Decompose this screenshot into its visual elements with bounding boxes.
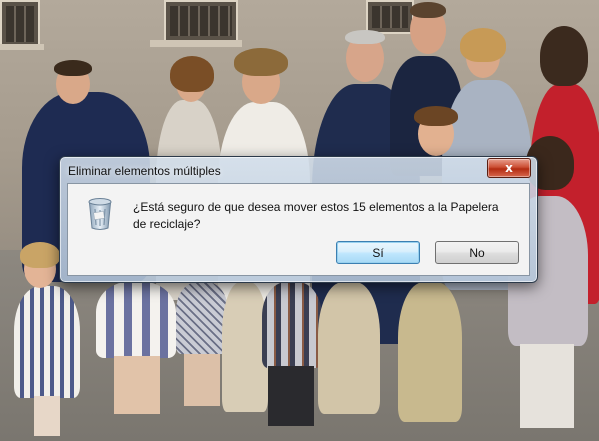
girl-striped-skirt: [96, 282, 176, 358]
legs: [114, 356, 160, 414]
girl-plaid-skirt: [176, 282, 228, 354]
hair: [54, 60, 92, 76]
close-button[interactable]: x: [487, 158, 531, 178]
confirmation-message: ¿Está seguro de que desea mover estos 15…: [133, 200, 499, 231]
hair: [170, 56, 214, 92]
dialog-content: ¿Está seguro de que desea mover estos 15…: [67, 183, 530, 276]
girl-striped-dress: [14, 286, 80, 398]
hair: [234, 48, 288, 76]
hair: [410, 2, 446, 18]
hair: [345, 30, 385, 44]
building-window: [0, 0, 40, 48]
dialog-titlebar[interactable]: Eliminar elementos múltiples x: [60, 157, 537, 183]
yes-button[interactable]: Sí: [336, 241, 420, 264]
delete-confirmation-dialog: Eliminar elementos múltiples x ¿Está seg…: [59, 156, 538, 283]
window-sill: [0, 44, 44, 50]
hair: [20, 242, 60, 268]
dialog-title: Eliminar elementos múltiples: [68, 164, 221, 178]
window-sill: [150, 40, 242, 47]
boy-plaid-shorts: [262, 282, 322, 368]
hair: [414, 106, 458, 126]
legs: [34, 396, 60, 436]
legs: [268, 366, 314, 426]
building-window: [164, 0, 238, 42]
legs: [520, 344, 574, 428]
no-button[interactable]: No: [435, 241, 519, 264]
hair: [540, 26, 588, 86]
yes-button-label: Sí: [372, 245, 384, 260]
building-window: [366, 0, 414, 34]
boy-green-trousers: [398, 282, 462, 422]
boy-khaki-trousers: [318, 282, 380, 414]
close-icon: x: [505, 161, 513, 175]
recycle-bin-icon: [88, 198, 112, 230]
hair: [460, 28, 506, 62]
legs: [184, 354, 220, 406]
no-button-label: No: [469, 245, 485, 260]
